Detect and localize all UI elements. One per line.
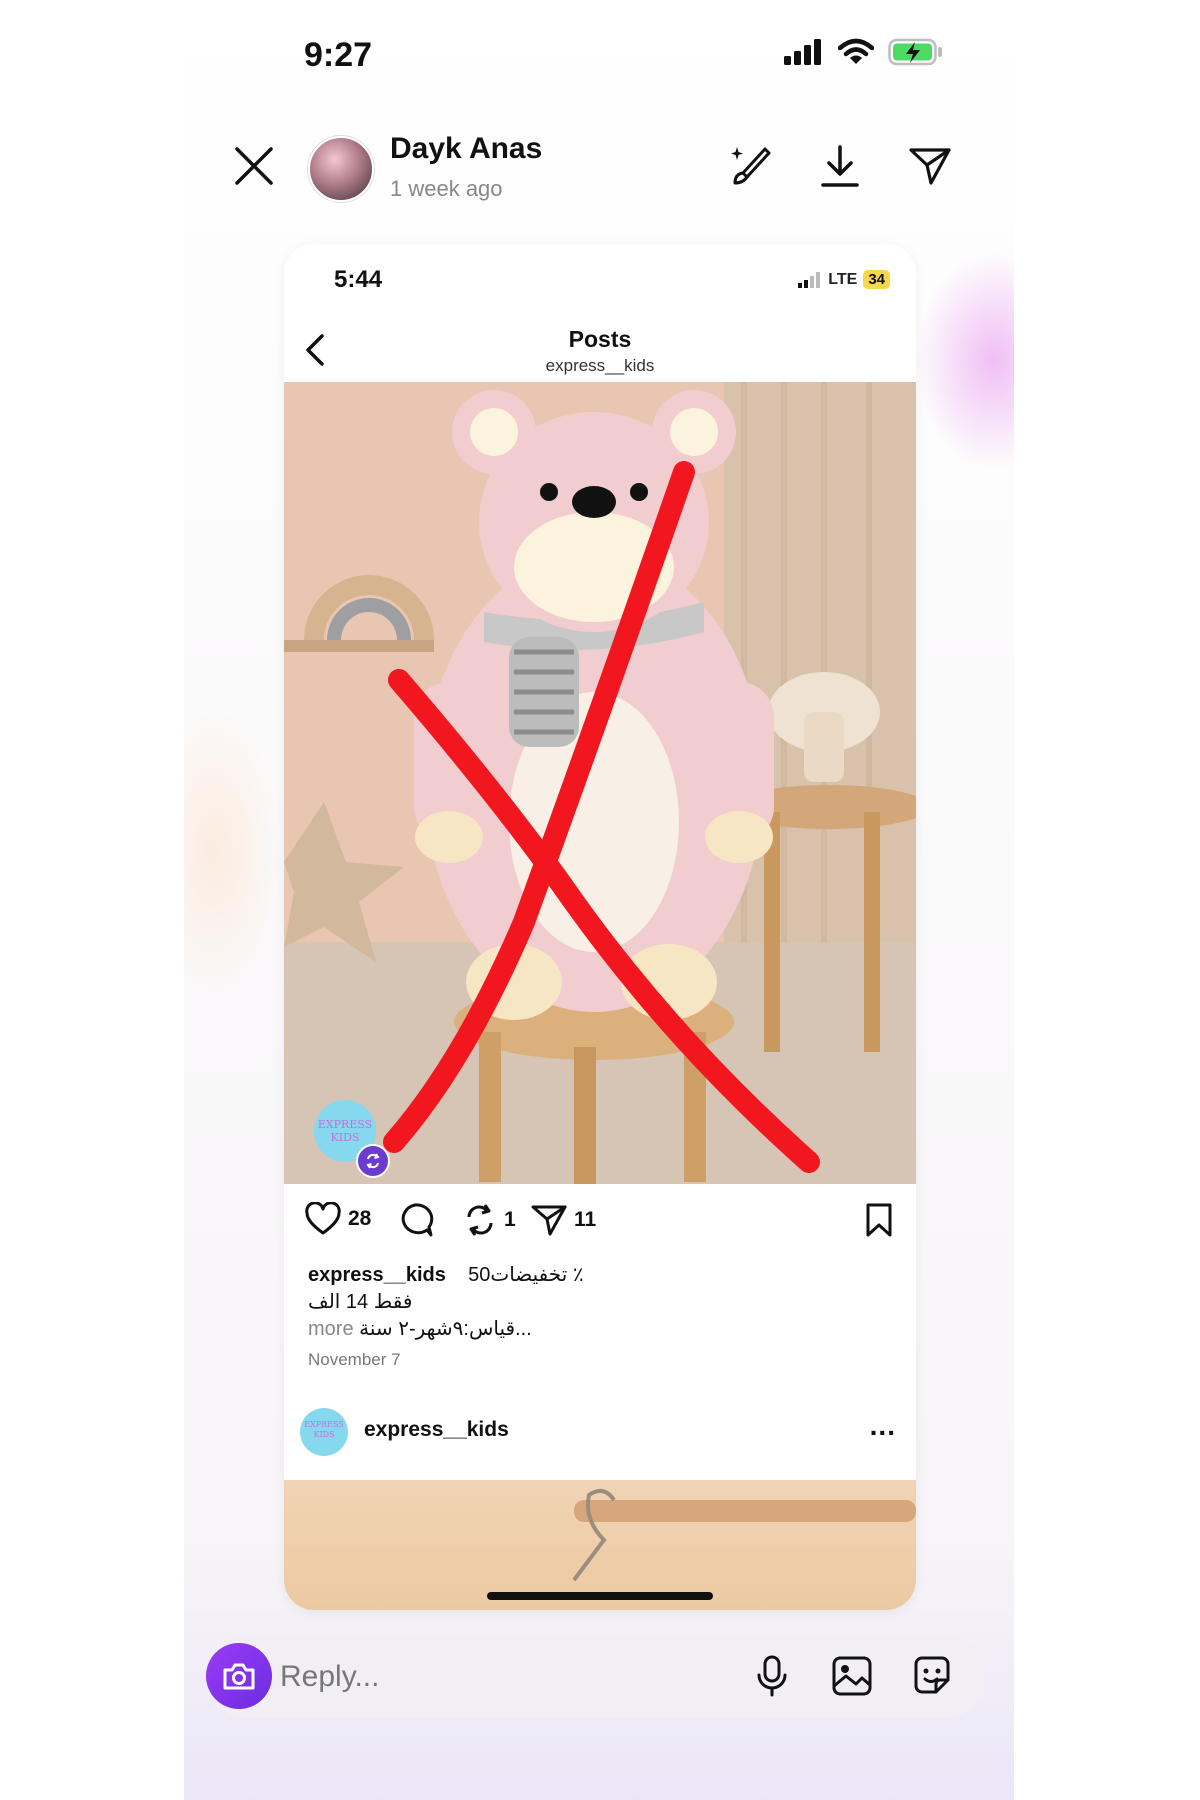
post-date: November 7 xyxy=(308,1350,401,1369)
like-count: 28 xyxy=(348,1207,372,1230)
background-glow xyxy=(914,250,1014,470)
hanger-photo xyxy=(572,1489,916,1582)
repost-icon xyxy=(467,1204,493,1236)
microphone-icon xyxy=(757,1655,787,1697)
voice-button[interactable] xyxy=(748,1652,796,1700)
background-glow xyxy=(184,700,284,1000)
share-count: 11 xyxy=(574,1208,597,1231)
next-post-image[interactable] xyxy=(284,1480,916,1610)
caption-username[interactable]: express__kids xyxy=(308,1264,446,1286)
badge-text: EXPRESS KIDS xyxy=(317,1118,373,1144)
story-user-name[interactable]: Dayk Anas xyxy=(390,132,542,166)
post-caption: express__kids 50تخفيضات ٪ فقط 14 الف mor… xyxy=(308,1262,898,1343)
story-header: Dayk Anas 1 week ago xyxy=(184,120,1014,220)
shared-post-screenshot: 5:44 LTE 34 Posts express__kids EXPRESS … xyxy=(284,244,916,1610)
inner-status-icons: LTE 34 xyxy=(798,270,890,289)
story-viewer: 9:27 Dayk Anas 1 week ago 5:44 LTE 34 Po… xyxy=(184,0,1014,1800)
caption-line-2: فقط 14 الف xyxy=(308,1291,413,1313)
draw-button[interactable] xyxy=(726,142,774,190)
inner-status-bar: 5:44 LTE 34 xyxy=(284,244,916,314)
status-time: 9:27 xyxy=(304,36,373,74)
sticker-button[interactable] xyxy=(908,1652,956,1700)
comment-action[interactable] xyxy=(396,1202,434,1238)
story-time: 1 week ago xyxy=(390,176,503,201)
sticker-icon xyxy=(914,1656,950,1694)
avatar[interactable] xyxy=(308,136,374,202)
product-photo xyxy=(284,382,916,1184)
send-icon xyxy=(909,148,951,185)
next-post-header: EXPRESS KIDS express__kids ... xyxy=(284,1404,916,1464)
camera-icon xyxy=(223,1663,255,1690)
reply-bar xyxy=(206,1634,986,1718)
share-action[interactable]: 11 xyxy=(530,1202,596,1238)
reply-input[interactable] xyxy=(278,1652,642,1702)
repost-count: 1 xyxy=(504,1208,516,1231)
badge-text: EXPRESS KIDS xyxy=(304,1420,344,1439)
repost-action[interactable]: 1 xyxy=(462,1202,516,1238)
post-image[interactable]: EXPRESS KIDS xyxy=(284,382,916,1184)
battery-level: 34 xyxy=(863,270,890,289)
close-button[interactable] xyxy=(232,144,276,188)
cellular-signal-icon xyxy=(798,271,821,288)
post-action-row: 28 1 11 xyxy=(284,1202,916,1258)
camera-button[interactable] xyxy=(206,1643,272,1709)
inner-status-time: 5:44 xyxy=(334,266,383,293)
cellular-signal-icon xyxy=(784,39,821,65)
avatar[interactable]: EXPRESS KIDS xyxy=(300,1408,348,1456)
caption-more-link[interactable]: more xyxy=(308,1318,354,1340)
save-action[interactable] xyxy=(864,1202,894,1238)
story-actions xyxy=(726,142,954,190)
heart-icon xyxy=(305,1202,341,1235)
more-options-button[interactable]: ... xyxy=(870,1410,896,1442)
repost-icon xyxy=(366,1153,380,1169)
wifi-icon xyxy=(838,38,874,64)
posts-title: Posts xyxy=(568,326,632,352)
caption-line-3: قياس:٩شهر-٢ سنة... xyxy=(359,1318,532,1340)
close-icon xyxy=(235,147,273,185)
brush-sparkle-icon xyxy=(731,147,771,185)
posts-subtitle: express__kids xyxy=(545,356,655,375)
caption-line-1: 50تخفيضات ٪ xyxy=(468,1264,584,1286)
posts-header: Posts express__kids xyxy=(284,312,916,384)
repost-mini-badge xyxy=(356,1144,390,1178)
comment-icon xyxy=(401,1203,434,1237)
like-action[interactable]: 28 xyxy=(304,1202,371,1236)
battery-charging-icon xyxy=(888,38,942,66)
gallery-button[interactable] xyxy=(828,1652,876,1700)
network-type: LTE xyxy=(828,270,858,288)
send-icon xyxy=(531,1205,567,1236)
next-post-username[interactable]: express__kids xyxy=(364,1418,509,1442)
home-indicator xyxy=(487,1592,713,1600)
status-icons xyxy=(784,38,944,66)
image-icon xyxy=(832,1656,872,1696)
reply-actions xyxy=(748,1652,956,1700)
download-button[interactable] xyxy=(816,142,864,190)
status-bar: 9:27 xyxy=(184,0,1014,110)
bookmark-icon xyxy=(866,1203,892,1237)
share-button[interactable] xyxy=(906,142,954,190)
download-icon xyxy=(821,145,859,187)
